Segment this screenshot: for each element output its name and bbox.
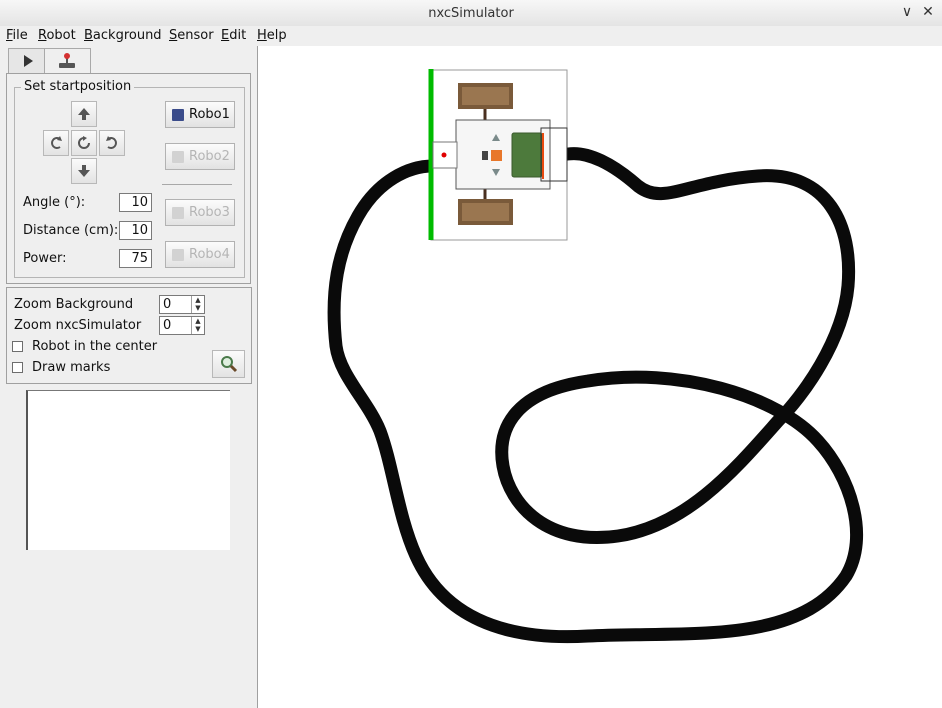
power-label: Power: <box>23 251 67 266</box>
menu-sensor[interactable]: Sensor <box>169 28 214 43</box>
tab-position[interactable] <box>44 48 91 74</box>
tab-run[interactable] <box>8 48 46 73</box>
zoom-background-spinbox[interactable]: 0 ▲ ▼ <box>159 295 205 314</box>
window-title: nxcSimulator <box>428 6 514 21</box>
spin-down-icon[interactable]: ▼ <box>192 325 204 333</box>
robo4-label: Robo4 <box>189 247 230 262</box>
draw-marks-label: Draw marks <box>32 360 111 375</box>
track-drawing <box>327 69 864 644</box>
robot-center-checkbox[interactable] <box>12 341 23 352</box>
minimize-button[interactable]: ∨ <box>899 4 915 20</box>
menu-robot[interactable]: Robot <box>38 28 76 43</box>
rotate-left-icon <box>51 136 62 149</box>
menu-bar: File Robot Background Sensor Edit Help <box>0 26 942 46</box>
play-icon <box>24 55 33 67</box>
arrow-down-icon <box>78 165 90 177</box>
robot-center-mark <box>441 152 447 158</box>
spin-arrows[interactable]: ▲ ▼ <box>191 317 204 334</box>
preview-panel <box>26 390 230 550</box>
spin-up-icon[interactable]: ▲ <box>192 317 204 325</box>
reset-button[interactable] <box>71 130 97 156</box>
distance-label: Distance (cm): <box>23 223 119 238</box>
robo2-button[interactable]: Robo2 <box>165 143 235 170</box>
zoom-button[interactable] <box>212 350 245 378</box>
zoom-simulator-spinbox[interactable]: 0 ▲ ▼ <box>159 316 205 335</box>
robot-brick-screen <box>511 132 543 178</box>
angle-input[interactable]: 10 <box>119 193 152 212</box>
robo2-label: Robo2 <box>189 149 230 164</box>
floppy-disk-icon <box>172 248 184 261</box>
close-button[interactable]: ✕ <box>920 4 936 20</box>
joystick-icon <box>59 53 75 68</box>
menu-background[interactable]: Background <box>84 28 162 43</box>
zoom-simulator-label: Zoom nxcSimulator <box>14 318 142 333</box>
arrow-up-icon <box>78 108 90 120</box>
floppy-disk-icon <box>172 206 184 219</box>
move-up-button[interactable] <box>71 101 97 127</box>
spin-up-icon[interactable]: ▲ <box>192 296 204 304</box>
rotate-right-button[interactable] <box>99 130 125 156</box>
magnifier-icon <box>220 356 237 373</box>
draw-marks-checkbox[interactable] <box>12 362 23 373</box>
robot-center-label: Robot in the center <box>32 339 158 354</box>
robo1-button[interactable]: Robo1 <box>165 101 235 128</box>
startposition-legend: Set startposition <box>21 79 135 94</box>
refresh-icon <box>78 136 90 149</box>
robo3-label: Robo3 <box>189 205 230 220</box>
robo3-button[interactable]: Robo3 <box>165 199 235 226</box>
robot-separator <box>162 184 232 185</box>
spin-arrows[interactable]: ▲ ▼ <box>191 296 204 313</box>
menu-help[interactable]: Help <box>257 28 287 43</box>
menu-edit[interactable]: Edit <box>221 28 246 43</box>
floppy-disk-icon <box>172 108 184 121</box>
zoom-simulator-value: 0 <box>163 318 172 333</box>
rotate-right-icon <box>106 136 117 149</box>
robo1-label: Robo1 <box>189 107 230 122</box>
simulation-canvas[interactable] <box>257 46 942 708</box>
robo4-button[interactable]: Robo4 <box>165 241 235 268</box>
power-input[interactable]: 75 <box>119 249 152 268</box>
menu-file[interactable]: File <box>6 28 28 43</box>
zoom-background-value: 0 <box>163 297 172 312</box>
title-bar: nxcSimulator ∨ ✕ <box>0 0 942 27</box>
move-down-button[interactable] <box>71 158 97 184</box>
rotate-left-button[interactable] <box>43 130 69 156</box>
distance-input[interactable]: 10 <box>119 221 152 240</box>
zoom-background-label: Zoom Background <box>14 297 134 312</box>
floppy-disk-icon <box>172 150 184 163</box>
black-line-track <box>327 147 864 644</box>
spin-down-icon[interactable]: ▼ <box>192 304 204 312</box>
angle-label: Angle (°): <box>23 195 86 210</box>
